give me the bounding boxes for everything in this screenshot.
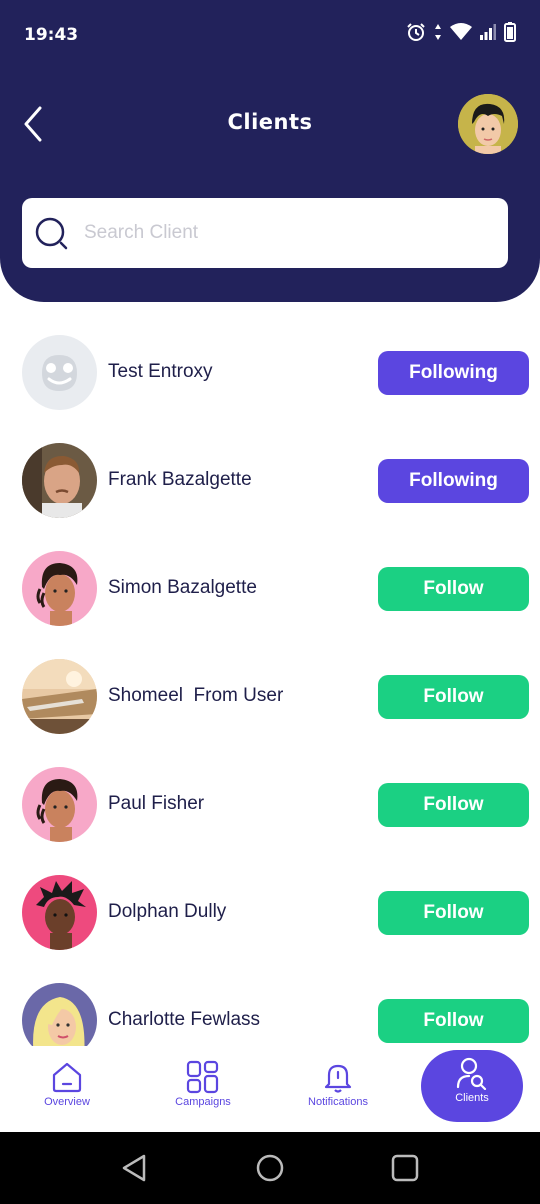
- client-list: Test Entroxy Following Frank Bazalgette …: [0, 319, 540, 1046]
- wifi-icon: [450, 23, 472, 40]
- nav-label: Notifications: [308, 1096, 368, 1108]
- avatar-illustration: [458, 94, 518, 154]
- header: 19:43 Clients Search Client: [0, 0, 540, 302]
- client-name: Frank Bazalgette: [108, 469, 252, 490]
- following-button[interactable]: Following: [378, 351, 529, 395]
- nav-label: Overview: [44, 1096, 90, 1108]
- following-button[interactable]: Following: [378, 459, 529, 503]
- nav-campaigns[interactable]: Campaigns: [148, 1054, 258, 1124]
- avatar: [22, 767, 97, 842]
- bottom-nav: Overview Campaigns Notifications Clients: [0, 1046, 540, 1132]
- avatar: [22, 983, 97, 1046]
- avatar: [22, 875, 97, 950]
- photo-avatar: [22, 443, 97, 518]
- avatar: [22, 443, 97, 518]
- user-search-icon: [456, 1057, 487, 1090]
- client-name: Dolphan Dully: [108, 901, 227, 922]
- cartoon-avatar: [22, 875, 97, 950]
- nav-label: Clients: [455, 1092, 489, 1104]
- client-name: Shomeel From User: [108, 685, 284, 706]
- nav-label: Campaigns: [175, 1096, 231, 1108]
- nav-clients[interactable]: Clients: [421, 1050, 523, 1122]
- search-icon: [35, 217, 68, 250]
- recents-square-icon[interactable]: [389, 1152, 421, 1184]
- back-triangle-icon[interactable]: [118, 1152, 150, 1184]
- search-input[interactable]: [84, 198, 484, 268]
- list-item: Paul Fisher Follow: [0, 751, 540, 859]
- follow-button[interactable]: Follow: [378, 891, 529, 935]
- profile-avatar[interactable]: [458, 94, 518, 154]
- alarm-icon: [407, 23, 425, 41]
- system-nav-bar: [0, 1132, 540, 1204]
- list-item: Charlotte Fewlass Follow: [0, 967, 540, 1046]
- bell-icon: [324, 1064, 352, 1093]
- list-item: Frank Bazalgette Following: [0, 427, 540, 535]
- home-circle-icon[interactable]: [254, 1152, 286, 1184]
- client-name: Paul Fisher: [108, 793, 205, 814]
- photo-avatar: [22, 659, 97, 734]
- list-item: Simon Bazalgette Follow: [0, 535, 540, 643]
- status-bar: 19:43: [0, 0, 540, 72]
- status-icons: [406, 22, 516, 42]
- list-item: Shomeel From User Follow: [0, 643, 540, 751]
- follow-button[interactable]: Follow: [378, 567, 529, 611]
- follow-button[interactable]: Follow: [378, 783, 529, 827]
- search-bar[interactable]: [22, 198, 508, 268]
- avatar: [22, 551, 97, 626]
- home-icon: [52, 1062, 82, 1093]
- placeholder-face-icon: [22, 335, 97, 410]
- battery-icon: [504, 22, 516, 42]
- nav-notifications[interactable]: Notifications: [283, 1054, 393, 1124]
- cartoon-avatar: [22, 983, 97, 1046]
- list-item: Dolphan Dully Follow: [0, 859, 540, 967]
- nav-overview[interactable]: Overview: [12, 1054, 122, 1124]
- signal-icon: [480, 24, 496, 40]
- cartoon-avatar: [22, 551, 97, 626]
- cartoon-avatar: [22, 767, 97, 842]
- follow-button[interactable]: Follow: [378, 999, 529, 1043]
- status-time: 19:43: [24, 25, 79, 45]
- data-arrows-icon: [435, 24, 441, 40]
- avatar: [22, 335, 97, 410]
- client-name: Test Entroxy: [108, 361, 213, 382]
- client-name: Simon Bazalgette: [108, 577, 257, 598]
- avatar: [22, 659, 97, 734]
- follow-button[interactable]: Follow: [378, 675, 529, 719]
- grid-icon: [186, 1060, 219, 1094]
- list-item: Test Entroxy Following: [0, 319, 540, 427]
- client-name: Charlotte Fewlass: [108, 1009, 261, 1030]
